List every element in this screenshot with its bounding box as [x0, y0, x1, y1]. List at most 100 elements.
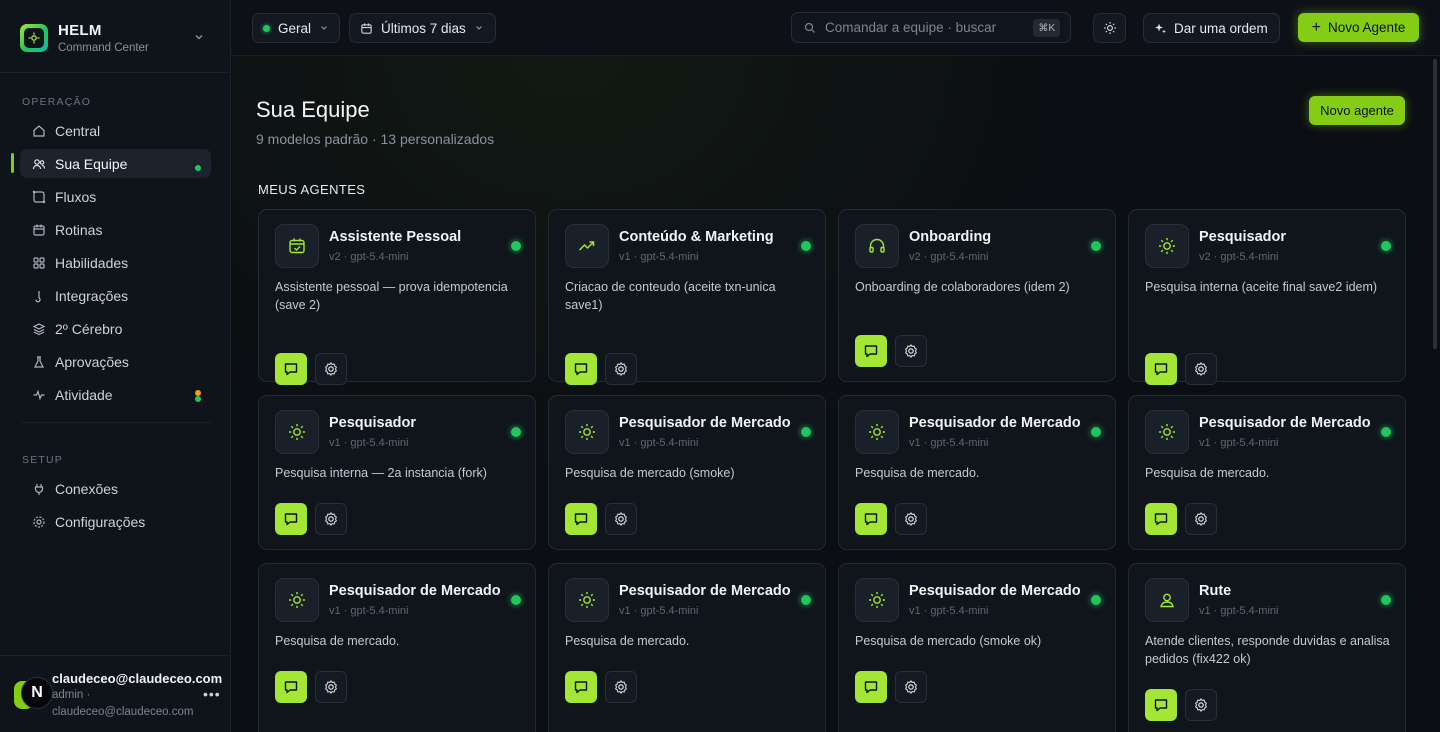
sidebar-item-label: Integrações: [55, 287, 129, 304]
status-dot: [195, 165, 201, 171]
agent-description: Pesquisa de mercado.: [1145, 466, 1270, 480]
chat-icon: [1153, 697, 1169, 713]
agent-card[interactable]: Conteúdo & Marketing v1 · gpt-5.4-mini Cri…: [548, 209, 826, 385]
agent-card[interactable]: Pesquisador v2 · gpt-5.4-mini Pesquisa int…: [1128, 209, 1406, 385]
gear-icon: [323, 361, 339, 377]
brand[interactable]: HELM Command Center: [20, 18, 215, 58]
agent-meta: v1 · gpt-5.4-mini: [909, 605, 989, 617]
chat-button[interactable]: [565, 503, 597, 535]
chat-button[interactable]: [275, 353, 307, 385]
settings-button[interactable]: [605, 503, 637, 535]
sidebar: HELM Command Center OPERAÇÃO Central Sua…: [0, 0, 231, 732]
agent-card[interactable]: Pesquisador de Mercado v1 · gpt-5.4-mini P…: [838, 395, 1116, 550]
agent-avatar: [275, 224, 319, 268]
chat-button[interactable]: [855, 503, 887, 535]
sidebar-item-segundo-cerebro[interactable]: 2º Cérebro: [20, 314, 211, 343]
plug-icon: [31, 288, 46, 303]
user-icon: [1157, 590, 1177, 610]
agent-card[interactable]: Pesquisador de Mercado v1 · gpt-5.4-mini P…: [258, 563, 536, 732]
chat-button[interactable]: [565, 671, 597, 703]
home-icon: [31, 123, 46, 138]
chevron-down-icon: [474, 21, 484, 36]
chat-button[interactable]: [855, 335, 887, 367]
scope-label: Geral: [277, 20, 311, 36]
chat-button[interactable]: [275, 503, 307, 535]
agent-card[interactable]: Rute v1 · gpt-5.4-mini Atende clientes, re…: [1128, 563, 1406, 732]
settings-button[interactable]: [1185, 689, 1217, 721]
gear-icon: [903, 511, 919, 527]
chat-button[interactable]: [1145, 353, 1177, 385]
trending-up-icon: [577, 236, 597, 256]
sidebar-item-central[interactable]: Central: [20, 116, 211, 145]
search-input[interactable]: Comandar a equipe · buscar ⌘K: [791, 12, 1071, 43]
search-icon: [804, 22, 816, 34]
new-agent-button[interactable]: + Novo Agente: [1298, 13, 1419, 42]
agent-card[interactable]: Pesquisador de Mercado v1 · gpt-5.4-mini P…: [838, 563, 1116, 732]
chat-icon: [573, 361, 589, 377]
agent-avatar: [565, 578, 609, 622]
gear-icon: [323, 679, 339, 695]
agent-meta: v2 · gpt-5.4-mini: [329, 251, 409, 263]
scope-select[interactable]: Geral: [252, 13, 340, 43]
sidebar-item-conexoes[interactable]: Conexões: [20, 474, 211, 503]
chat-button[interactable]: [1145, 689, 1177, 721]
sidebar-item-label: Central: [55, 122, 101, 139]
settings-button[interactable]: [315, 671, 347, 703]
settings-button[interactable]: [315, 353, 347, 385]
sidebar-item-habilidades[interactable]: Habilidades: [20, 248, 211, 277]
settings-button[interactable]: [895, 503, 927, 535]
agent-description: Pesquisa interna (aceite final save2 ide…: [1145, 280, 1378, 294]
agent-description: Pesquisa de mercado.: [565, 634, 690, 648]
give-order-button[interactable]: Dar uma ordem: [1143, 13, 1280, 43]
settings-button[interactable]: [605, 671, 637, 703]
sparkle-icon: [1154, 22, 1167, 35]
sidebar-item-atividade[interactable]: Atividade: [20, 380, 211, 409]
settings-button[interactable]: [895, 671, 927, 703]
more-icon[interactable]: •••: [203, 686, 221, 702]
sun-icon: [1103, 21, 1117, 35]
scrollbar[interactable]: [1433, 59, 1437, 349]
settings-button[interactable]: [1185, 503, 1217, 535]
gear-icon: [1193, 697, 1209, 713]
agent-name: Pesquisador de Mercado: [619, 415, 791, 431]
chat-button[interactable]: [275, 671, 307, 703]
sidebar-item-label: Aprovações: [55, 353, 129, 370]
chat-icon: [863, 679, 879, 695]
agent-card[interactable]: Pesquisador v1 · gpt-5.4-mini Pesquisa int…: [258, 395, 536, 550]
sidebar-item-aprovacoes[interactable]: Aprovações: [20, 347, 211, 376]
sidebar-item-rotinas[interactable]: Rotinas: [20, 215, 211, 244]
user-menu[interactable]: N claudeceo@claudeceo.com admin · claude…: [0, 655, 231, 732]
settings-button[interactable]: [1185, 353, 1217, 385]
agent-description: Pesquisa de mercado.: [855, 466, 980, 480]
agent-avatar: [565, 410, 609, 454]
settings-button[interactable]: [605, 353, 637, 385]
status-indicator: [1091, 241, 1101, 251]
chat-button[interactable]: [855, 671, 887, 703]
settings-button[interactable]: [895, 335, 927, 367]
settings-button[interactable]: [315, 503, 347, 535]
agent-name: Pesquisador de Mercado: [329, 583, 501, 599]
chat-icon: [1153, 511, 1169, 527]
agent-description: Pesquisa de mercado.: [275, 634, 400, 648]
chat-button[interactable]: [1145, 503, 1177, 535]
theme-toggle-button[interactable]: [1093, 13, 1126, 43]
calendar-icon: [360, 22, 373, 35]
agent-card[interactable]: Pesquisador de Mercado v1 · gpt-5.4-mini P…: [1128, 395, 1406, 550]
agent-avatar: [855, 224, 899, 268]
chat-button[interactable]: [565, 353, 597, 385]
chevron-down-icon[interactable]: [193, 30, 205, 46]
agent-card[interactable]: Onboarding v2 · gpt-5.4-mini Onboarding de…: [838, 209, 1116, 382]
sidebar-item-integracoes[interactable]: Integrações: [20, 281, 211, 310]
gear-icon: [613, 679, 629, 695]
period-select[interactable]: Últimos 7 dias: [349, 13, 496, 43]
new-agent-secondary-button[interactable]: Novo agente: [1309, 96, 1405, 125]
agent-card[interactable]: Assistente Pessoal v2 · gpt-5.4-mini Assis…: [258, 209, 536, 385]
agent-name: Pesquisador de Mercado: [909, 415, 1081, 431]
sun-icon: [1157, 236, 1177, 256]
sidebar-item-sua-equipe[interactable]: Sua Equipe: [20, 149, 211, 178]
agent-card[interactable]: Pesquisador de Mercado v1 · gpt-5.4-mini P…: [548, 563, 826, 732]
sidebar-item-fluxos[interactable]: Fluxos: [20, 182, 211, 211]
agent-card[interactable]: Pesquisador de Mercado v1 · gpt-5.4-mini P…: [548, 395, 826, 550]
sidebar-item-configuracoes[interactable]: Configurações: [20, 507, 211, 536]
sidebar-item-label: Fluxos: [55, 188, 97, 205]
